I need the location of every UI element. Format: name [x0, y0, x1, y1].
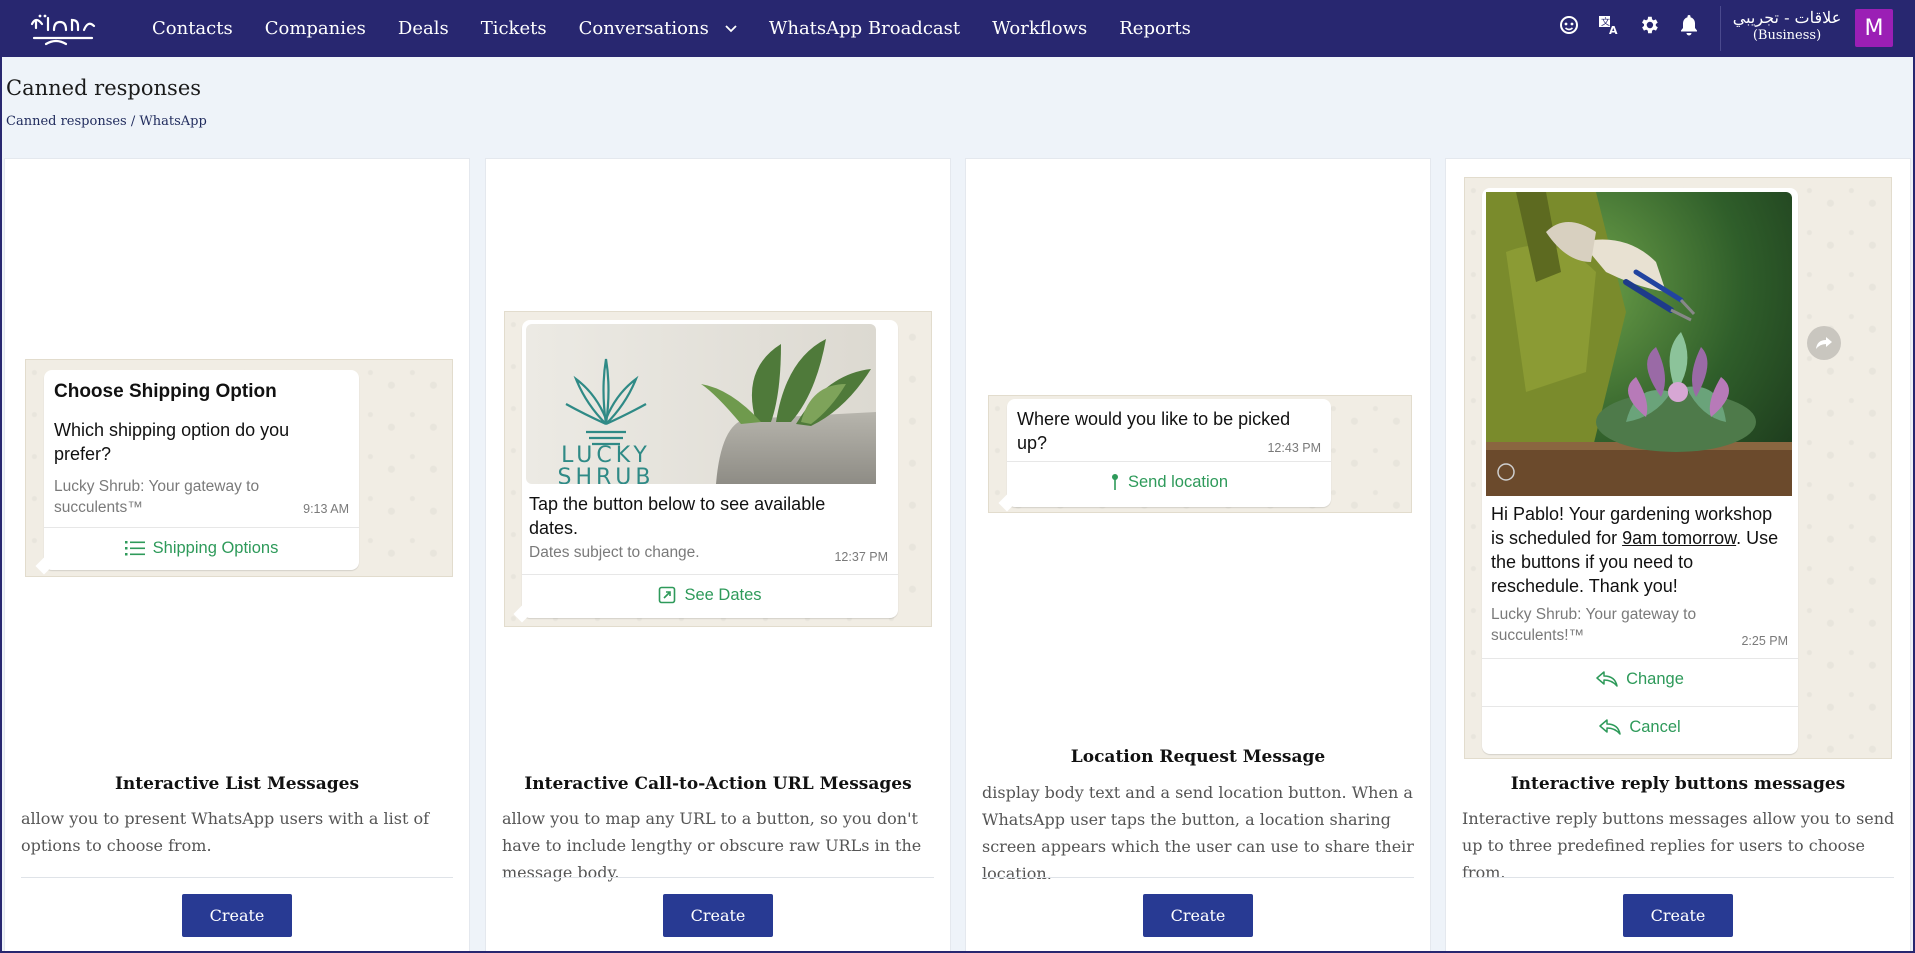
bubble-tail — [998, 494, 1016, 512]
breadcrumb-canned-responses[interactable]: Canned responses — [6, 114, 127, 129]
message-time: 2:25 PM — [1741, 634, 1788, 648]
message-body-link[interactable]: 9am tomorrow — [1622, 528, 1736, 548]
create-cta-url-button[interactable]: Create — [663, 894, 773, 937]
message-bubble: Choose Shipping Option Which shipping op… — [35, 370, 359, 575]
card-title: Interactive List Messages — [114, 774, 360, 794]
org-name: علاقات - تجريبي — [1732, 8, 1842, 27]
action-divider — [1007, 461, 1331, 462]
nav-conversations[interactable]: Conversations — [579, 18, 737, 39]
nav-contacts[interactable]: Contacts — [152, 18, 233, 39]
breadcrumb-whatsapp[interactable]: WhatsApp — [139, 114, 206, 129]
message-body: Which shipping option do you prefer? — [54, 420, 290, 464]
card-divider — [982, 877, 1414, 878]
location-pin-icon — [1112, 474, 1118, 490]
main-nav: Contacts Companies Deals Tickets Convers… — [152, 0, 1223, 57]
shipping-options-label: Shipping Options — [152, 538, 279, 557]
nav-companies[interactable]: Companies — [265, 18, 366, 39]
chevron-down-icon[interactable] — [725, 24, 737, 33]
nav-conversations-label: Conversations — [578, 18, 709, 39]
whatsapp-preview: Choose Shipping Option Which shipping op… — [25, 359, 453, 577]
action-divider — [44, 527, 359, 528]
action-divider — [522, 574, 898, 575]
chat-bot-icon[interactable] — [1558, 14, 1580, 36]
card-title: Location Request Message — [1070, 747, 1326, 767]
whatsapp-preview: LUCKY SHRUB Tap the button below to see … — [504, 311, 932, 627]
translate-icon[interactable]: 文A — [1598, 14, 1620, 36]
action-divider — [1482, 658, 1798, 659]
breadcrumb-separator: / — [126, 114, 140, 129]
navbar-divider — [1720, 6, 1721, 51]
message-footer: Dates subject to change. — [529, 544, 700, 561]
action-divider — [1482, 706, 1798, 707]
bubble-tail — [35, 557, 53, 575]
see-dates-button[interactable]: See Dates — [522, 582, 898, 608]
create-location-request-button[interactable]: Create — [1143, 894, 1253, 937]
message-time: 12:43 PM — [1267, 441, 1321, 455]
bubble-tail — [513, 605, 531, 623]
card-divider — [1462, 877, 1894, 878]
card-divider — [502, 877, 934, 878]
list-icon — [124, 541, 145, 556]
card-cta-url: LUCKY SHRUB Tap the button below to see … — [485, 158, 951, 953]
card-interactive-list: Choose Shipping Option Which shipping op… — [4, 158, 470, 953]
message-footer: Lucky Shrub: Your gateway to succulents!… — [1491, 606, 1697, 644]
org-switcher[interactable]: علاقات - تجريبي (Business) — [1732, 8, 1842, 44]
message-header: Choose Shipping Option — [54, 381, 277, 402]
cancel-label: Cancel — [1629, 717, 1681, 736]
see-dates-label: See Dates — [684, 585, 762, 604]
card-location-request: Where would you like to be picked up? 12… — [965, 158, 1431, 953]
nav-workflows[interactable]: Workflows — [992, 18, 1087, 39]
send-location-label: Send location — [1128, 472, 1228, 491]
bell-icon[interactable] — [1678, 14, 1700, 36]
message-body: Where would you like to be picked up? — [1017, 409, 1291, 453]
create-list-message-button[interactable]: Create — [182, 894, 292, 937]
nav-tickets[interactable]: Tickets — [481, 18, 547, 39]
card-description: allow you to map any URL to a button, so… — [502, 809, 922, 882]
message-bubble: Where would you like to be picked up? 12… — [998, 399, 1331, 512]
message-body: Tap the button below to see available da… — [529, 494, 826, 538]
card-description: Interactive reply buttons messages allow… — [1462, 809, 1895, 882]
navbar-actions: 文A — [1558, 14, 1700, 36]
whatsapp-preview: Hi Pablo! Your gardening workshop is sch… — [1464, 177, 1892, 759]
shipping-options-button[interactable]: Shipping Options — [44, 536, 359, 560]
avatar[interactable]: M — [1855, 9, 1893, 47]
reply-icon — [1599, 719, 1622, 735]
change-button[interactable]: Change — [1482, 666, 1798, 692]
message-time: 9:13 AM — [303, 502, 349, 516]
page-title: Canned responses — [6, 76, 202, 100]
app-logo[interactable] — [28, 10, 98, 46]
svg-text:A: A — [1609, 24, 1618, 36]
card-divider — [21, 877, 453, 878]
gear-icon[interactable] — [1638, 14, 1660, 36]
card-description: display body text and a send location bu… — [982, 783, 1414, 883]
message-footer: Lucky Shrub: Your gateway to succulents™ — [54, 478, 260, 516]
create-reply-buttons-button[interactable]: Create — [1623, 894, 1733, 937]
message-time: 12:37 PM — [834, 550, 888, 564]
nav-reports[interactable]: Reports — [1119, 18, 1191, 39]
top-navbar: Contacts Companies Deals Tickets Convers… — [0, 0, 1915, 57]
brand-line2: SHRUB — [558, 465, 655, 484]
forward-icon[interactable] — [1807, 326, 1841, 360]
cancel-button[interactable]: Cancel — [1482, 714, 1798, 740]
change-label: Change — [1626, 669, 1684, 688]
org-plan: (Business) — [1752, 28, 1822, 43]
message-body: Hi Pablo! Your gardening workshop is sch… — [1491, 502, 1789, 598]
header-image — [1486, 192, 1792, 496]
card-title: Interactive reply buttons messages — [1510, 774, 1846, 794]
message-bubble: LUCKY SHRUB Tap the button below to see … — [513, 320, 898, 623]
send-location-button[interactable]: Send location — [1007, 469, 1331, 495]
card-title: Interactive Call-to-Action URL Messages — [524, 774, 912, 794]
card-reply-buttons: Hi Pablo! Your gardening workshop is sch… — [1445, 158, 1911, 953]
external-link-icon — [659, 586, 676, 604]
message-bubble: Hi Pablo! Your gardening workshop is sch… — [1482, 188, 1798, 754]
nav-whatsapp-broadcast[interactable]: WhatsApp Broadcast — [769, 18, 960, 39]
reply-icon — [1596, 671, 1618, 687]
whatsapp-preview: Where would you like to be picked up? 12… — [988, 395, 1412, 513]
breadcrumb: Canned responses / WhatsApp — [6, 114, 207, 129]
card-description: allow you to present WhatsApp users with… — [21, 809, 430, 855]
header-image: LUCKY SHRUB — [526, 324, 876, 484]
nav-deals[interactable]: Deals — [398, 18, 449, 39]
